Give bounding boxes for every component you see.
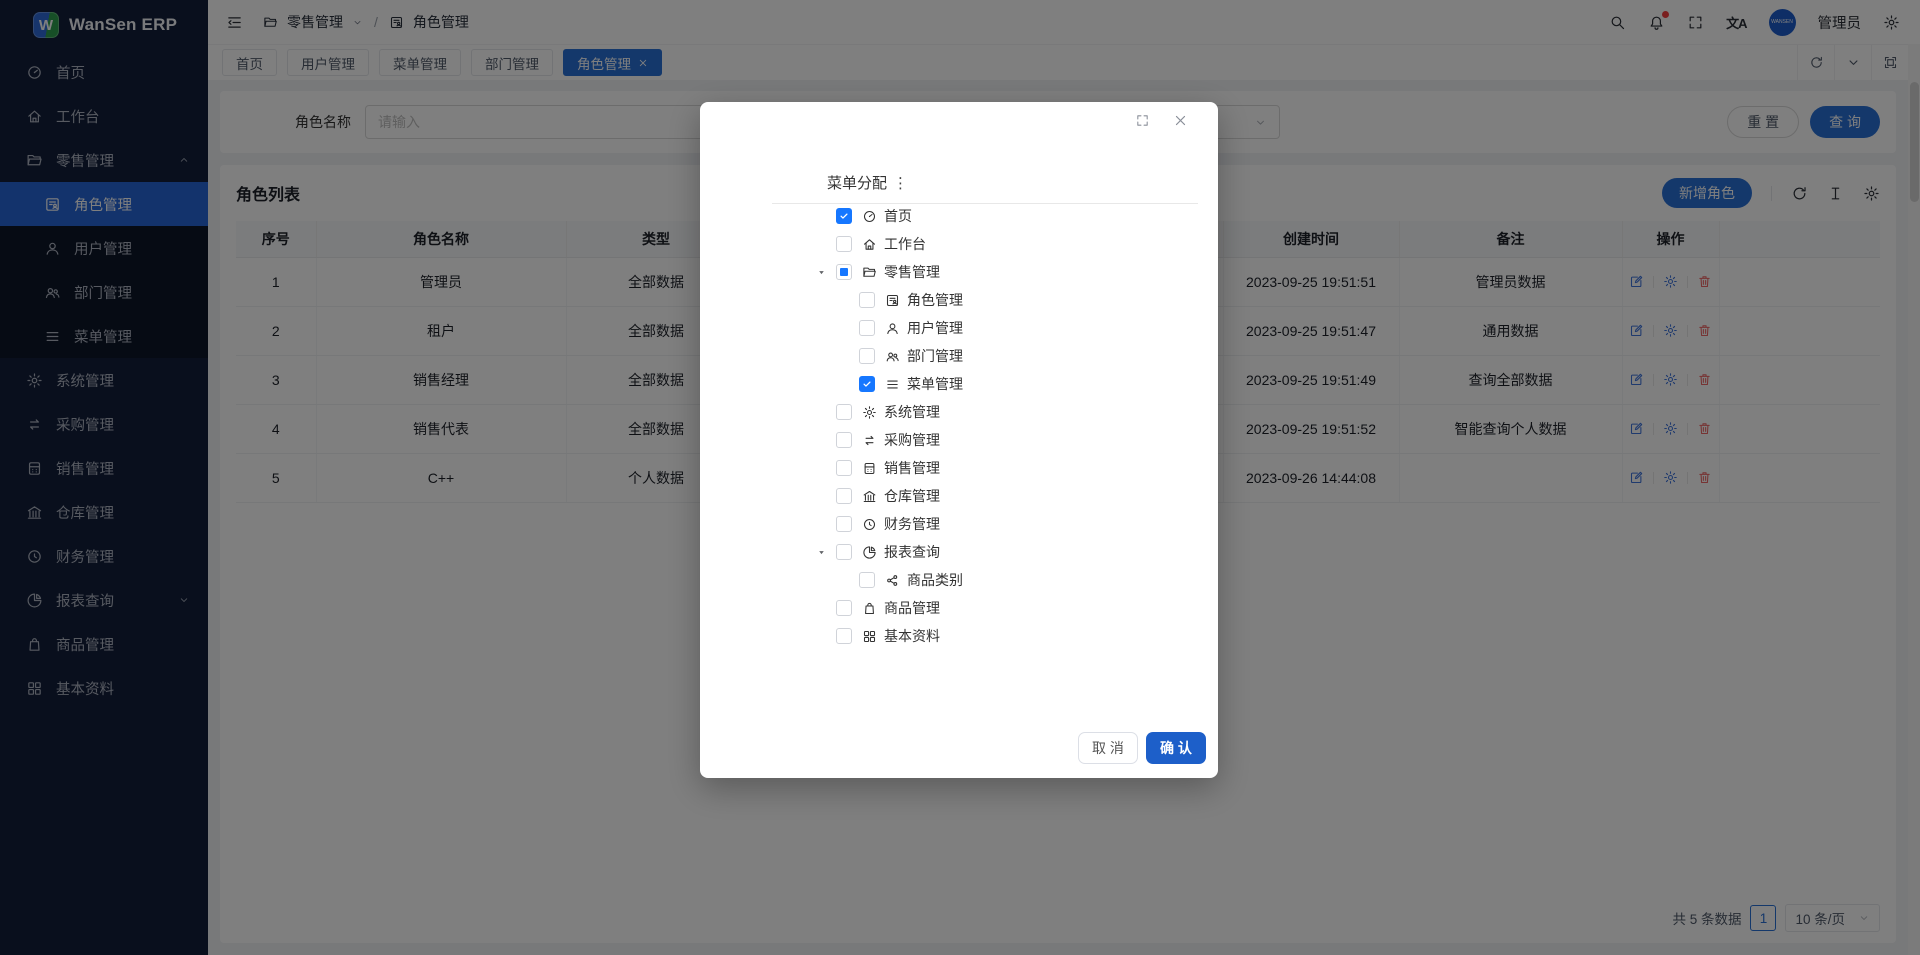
checkbox-unchecked[interactable] — [836, 432, 852, 448]
gauge-icon — [862, 209, 877, 224]
dialog-close-icon[interactable] — [1173, 113, 1188, 128]
checkbox-unchecked[interactable] — [859, 348, 875, 364]
tree-node-purchase[interactable]: 采购管理 — [700, 426, 1202, 454]
calculator-icon — [862, 461, 877, 476]
checkbox-unchecked[interactable] — [836, 600, 852, 616]
checkbox-checked[interactable] — [859, 376, 875, 392]
checkbox-unchecked[interactable] — [836, 628, 852, 644]
folder-icon — [862, 265, 877, 280]
menu-assign-dialog: 菜单分配 ⋮ 首页 工作台 零售管理 角色管理 — [700, 102, 1218, 778]
bank-icon — [862, 489, 877, 504]
clock-icon — [862, 517, 877, 532]
tree-node-product[interactable]: 商品管理 — [700, 594, 1202, 622]
checkbox-unchecked[interactable] — [836, 236, 852, 252]
tree-node-warehouse[interactable]: 仓库管理 — [700, 482, 1202, 510]
tree-node-category[interactable]: 商品类别 — [700, 566, 1202, 594]
checkbox-unchecked[interactable] — [859, 320, 875, 336]
tree-node-dept[interactable]: 部门管理 — [700, 342, 1202, 370]
tree-node-system[interactable]: 系统管理 — [700, 398, 1202, 426]
home-icon — [862, 237, 877, 252]
cancel-button[interactable]: 取 消 — [1078, 732, 1138, 764]
tree-node-retail[interactable]: 零售管理 — [700, 258, 1202, 286]
dialog-field-label: 菜单分配 ⋮ — [827, 172, 908, 193]
gear-icon — [862, 405, 877, 420]
share-icon — [885, 573, 900, 588]
role-icon — [885, 293, 900, 308]
user-icon — [885, 321, 900, 336]
checkbox-checked[interactable] — [836, 208, 852, 224]
checkbox-unchecked[interactable] — [836, 404, 852, 420]
checkbox-unchecked[interactable] — [836, 544, 852, 560]
tree-node-basic[interactable]: 基本资料 — [700, 622, 1202, 650]
confirm-button[interactable]: 确 认 — [1146, 732, 1206, 764]
menu-tree: 首页 工作台 零售管理 角色管理 用户管理 — [700, 202, 1202, 650]
tree-node-report[interactable]: 报表查询 — [700, 538, 1202, 566]
dialog-fullscreen-icon[interactable] — [1135, 113, 1150, 128]
tree-node-menu[interactable]: 菜单管理 — [700, 370, 1202, 398]
caret-down-icon[interactable] — [816, 267, 827, 278]
tree-node-finance[interactable]: 财务管理 — [700, 510, 1202, 538]
checkbox-unchecked[interactable] — [836, 488, 852, 504]
bag-icon — [862, 601, 877, 616]
tree-node-user[interactable]: 用户管理 — [700, 314, 1202, 342]
more-vertical-icon: ⋮ — [893, 174, 908, 192]
checkbox-indeterminate[interactable] — [836, 264, 852, 280]
tree-node-role[interactable]: 角色管理 — [700, 286, 1202, 314]
caret-down-icon[interactable] — [816, 547, 827, 558]
grid-icon — [862, 629, 877, 644]
tree-node-workbench[interactable]: 工作台 — [700, 230, 1202, 258]
checkbox-unchecked[interactable] — [859, 292, 875, 308]
menu-lines-icon — [885, 377, 900, 392]
checkbox-unchecked[interactable] — [836, 516, 852, 532]
swap-icon — [862, 433, 877, 448]
checkbox-unchecked[interactable] — [836, 460, 852, 476]
checkbox-unchecked[interactable] — [859, 572, 875, 588]
pie-chart-icon — [862, 545, 877, 560]
team-icon — [885, 349, 900, 364]
tree-node-sales[interactable]: 销售管理 — [700, 454, 1202, 482]
dialog-tools — [1135, 113, 1188, 128]
tree-node-home[interactable]: 首页 — [700, 202, 1202, 230]
